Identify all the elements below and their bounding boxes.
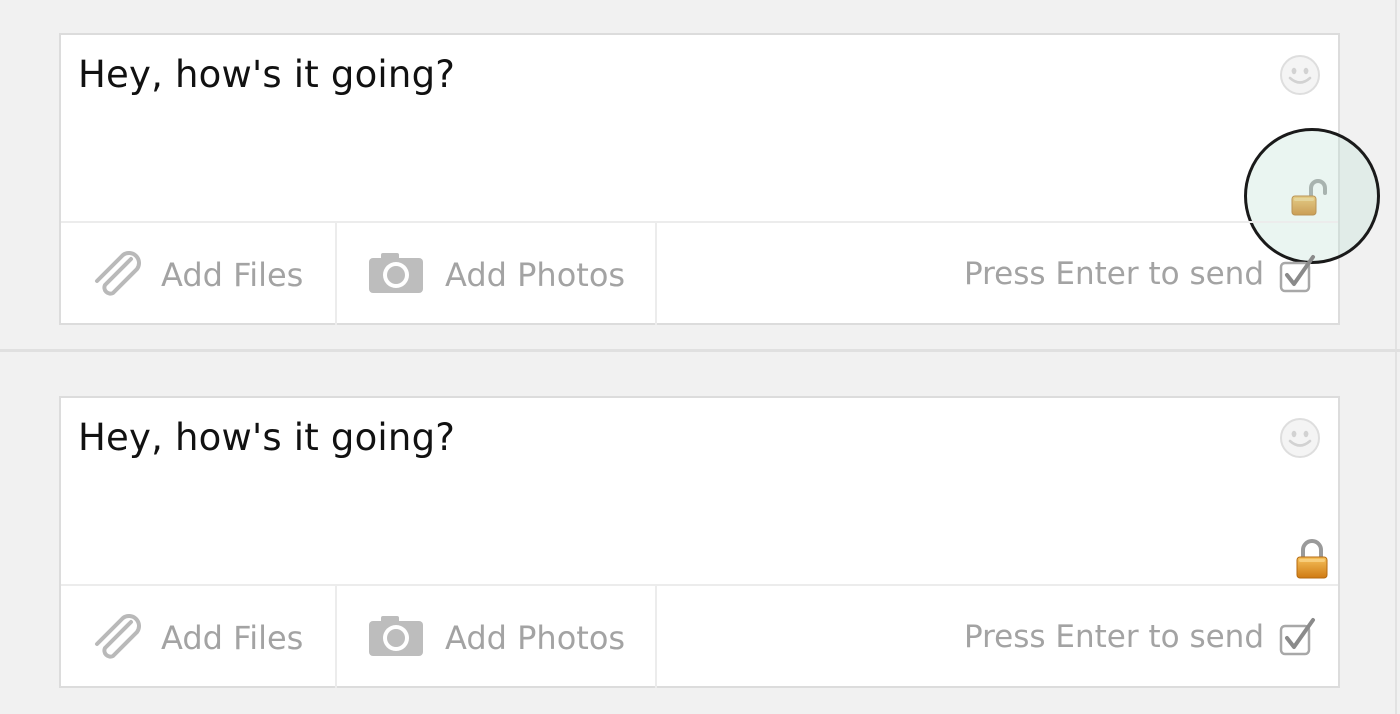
composer-toolbar: Add Files Add Photos Press Enter to send [61,584,1338,688]
add-photos-label: Add Photos [445,619,626,657]
section-divider [0,349,1400,352]
checkbox-checked-icon[interactable] [1278,254,1318,294]
press-enter-to-send-toggle[interactable]: Press Enter to send [964,251,1318,297]
checkbox-checked-icon[interactable] [1278,617,1318,657]
unlocked-padlock-icon[interactable] [1289,177,1329,217]
smiley-face-icon[interactable] [1279,54,1321,96]
add-files-button[interactable]: Add Files [61,223,337,325]
press-enter-to-send-label: Press Enter to send [963,256,1264,292]
message-input[interactable]: Hey, how's it going? [78,53,455,96]
add-photos-button[interactable]: Add Photos [337,223,657,325]
message-composer-comparison: Hey, how's it going? Add Files Add Photo… [0,0,1400,714]
composer-toolbar: Add Files Add Photos Press Enter to send [61,221,1338,325]
paperclip-icon [91,614,143,662]
add-files-label: Add Files [161,256,304,294]
smiley-face-icon[interactable] [1279,417,1321,459]
press-enter-to-send-label: Press Enter to send [963,619,1264,655]
add-files-label: Add Files [161,619,304,657]
add-files-button[interactable]: Add Files [61,586,337,688]
message-input[interactable]: Hey, how's it going? [78,416,455,459]
press-enter-to-send-toggle[interactable]: Press Enter to send [964,614,1318,660]
message-composer-locked: Hey, how's it going? Add Files Add Photo… [59,396,1340,688]
camera-icon [367,614,425,658]
add-photos-label: Add Photos [445,256,626,294]
message-composer-unlocked: Hey, how's it going? Add Files Add Photo… [59,33,1380,325]
locked-padlock-icon[interactable] [1294,538,1330,580]
window-edge [1395,0,1397,714]
paperclip-icon [91,251,143,299]
camera-icon [367,251,425,295]
add-photos-button[interactable]: Add Photos [337,586,657,688]
